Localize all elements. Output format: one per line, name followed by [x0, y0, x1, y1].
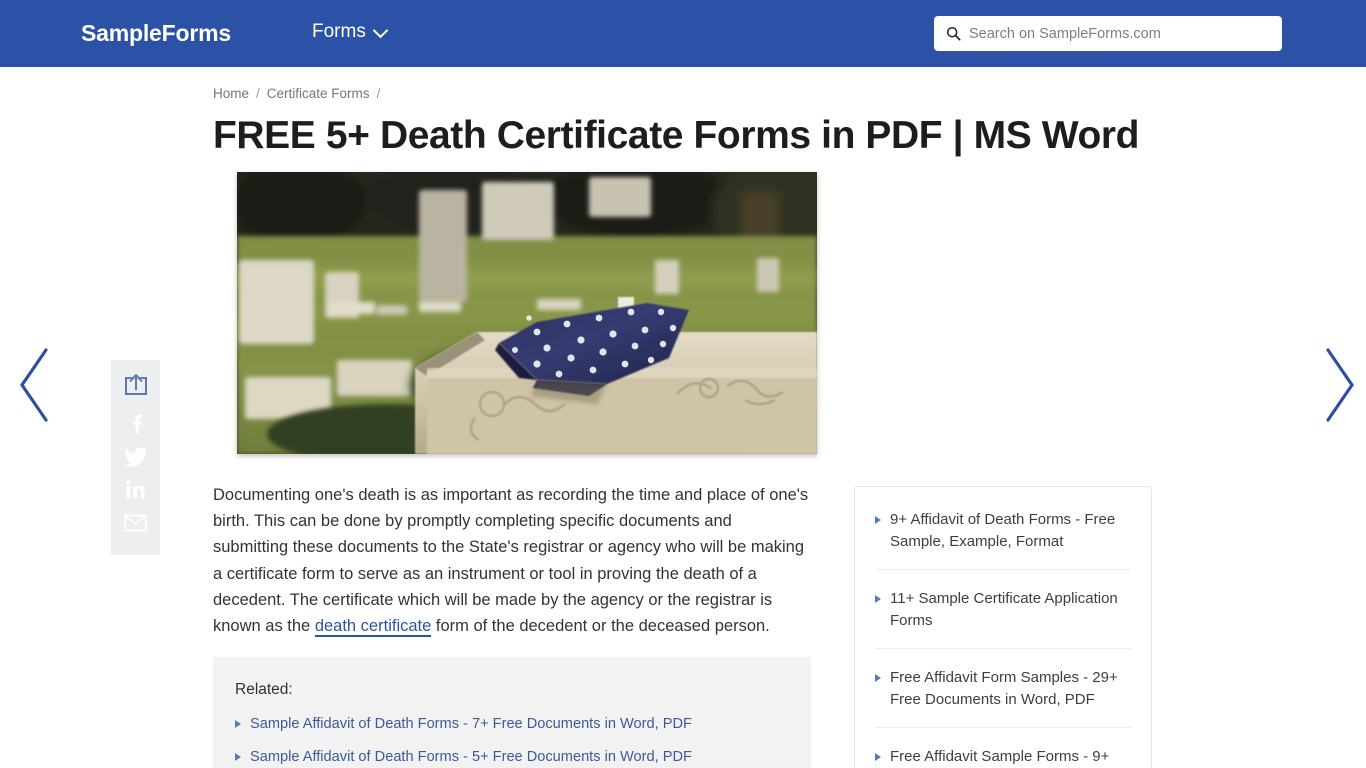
nav-forms-dropdown[interactable]: Forms	[312, 19, 389, 45]
related-links-box: Related: Sample Affidavit of Death Forms…	[213, 657, 811, 768]
related-link-1[interactable]: Sample Affidavit of Death Forms - 7+ Fre…	[250, 714, 692, 734]
sidebar-link-3[interactable]: Free Affidavit Form Samples - 29+ Free D…	[890, 667, 1131, 710]
list-item[interactable]: 11+ Sample Certificate Application Forms	[875, 570, 1131, 649]
list-item[interactable]: Sample Affidavit of Death Forms - 5+ Fre…	[235, 747, 789, 767]
triangle-bullet-icon	[875, 753, 881, 761]
related-link-2[interactable]: Sample Affidavit of Death Forms - 5+ Fre…	[250, 747, 692, 767]
page-root: SampleForms Forms Search on SampleForms.…	[0, 0, 1366, 768]
share-upload-icon	[124, 373, 147, 395]
search-input[interactable]	[969, 25, 1269, 42]
share-linkedin-button[interactable]	[111, 473, 160, 506]
site-logo[interactable]: SampleForms	[81, 19, 231, 47]
list-item[interactable]: 9+ Affidavit of Death Forms - Free Sampl…	[875, 487, 1131, 570]
social-share-rail	[111, 360, 160, 555]
breadcrumb-separator-1: /	[256, 86, 260, 101]
previous-article-arrow[interactable]	[12, 346, 58, 424]
chevron-down-icon	[372, 22, 389, 38]
hero-image	[237, 172, 817, 454]
nav-forms-label: Forms	[312, 21, 366, 42]
page-title: FREE 5+ Death Certificate Forms in PDF |…	[213, 114, 1140, 157]
breadcrumb-separator-2: /	[376, 86, 381, 101]
sidebar-link-2[interactable]: 11+ Sample Certificate Application Forms	[890, 588, 1131, 631]
share-button[interactable]	[115, 366, 156, 407]
share-facebook-button[interactable]	[111, 407, 160, 440]
cemetery-flag-photo	[237, 172, 817, 454]
share-twitter-button[interactable]	[111, 440, 160, 473]
death-certificate-link[interactable]: death certificate	[314, 617, 432, 638]
sidebar-related-panel: 9+ Affidavit of Death Forms - Free Sampl…	[854, 486, 1152, 768]
breadcrumb-item-home[interactable]: Home	[213, 85, 249, 103]
share-email-button[interactable]	[111, 506, 160, 539]
triangle-bullet-icon	[235, 753, 241, 761]
triangle-bullet-icon	[875, 516, 881, 524]
search-bar[interactable]	[934, 16, 1282, 51]
list-item[interactable]: Free Affidavit Form Samples - 29+ Free D…	[875, 649, 1131, 728]
search-icon	[946, 26, 961, 41]
linkedin-icon	[126, 480, 145, 499]
facebook-icon	[132, 414, 142, 434]
article-paragraph: Documenting one's death is as important …	[213, 482, 811, 639]
related-label: Related:	[235, 681, 293, 698]
sidebar-link-1[interactable]: 9+ Affidavit of Death Forms - Free Sampl…	[890, 509, 1131, 552]
email-icon	[124, 514, 147, 531]
list-item[interactable]: Sample Affidavit of Death Forms - 7+ Fre…	[235, 714, 789, 734]
article-text-after-link: form of the decedent or the deceased per…	[431, 617, 770, 636]
triangle-bullet-icon	[875, 674, 881, 682]
next-article-arrow[interactable]	[1316, 346, 1362, 424]
triangle-bullet-icon	[235, 720, 241, 728]
breadcrumb-item-certificate-forms[interactable]: Certificate Forms	[267, 85, 370, 103]
triangle-bullet-icon	[875, 595, 881, 603]
site-header: SampleForms Forms	[0, 0, 1366, 67]
twitter-icon	[123, 446, 147, 467]
breadcrumb: Home / Certificate Forms /	[213, 85, 380, 103]
list-item[interactable]: Free Affidavit Sample Forms - 9+ Free Do…	[875, 728, 1131, 768]
article-text-before-link: Documenting one's death is as important …	[213, 486, 809, 636]
sidebar-link-4[interactable]: Free Affidavit Sample Forms - 9+ Free Do…	[890, 746, 1131, 768]
